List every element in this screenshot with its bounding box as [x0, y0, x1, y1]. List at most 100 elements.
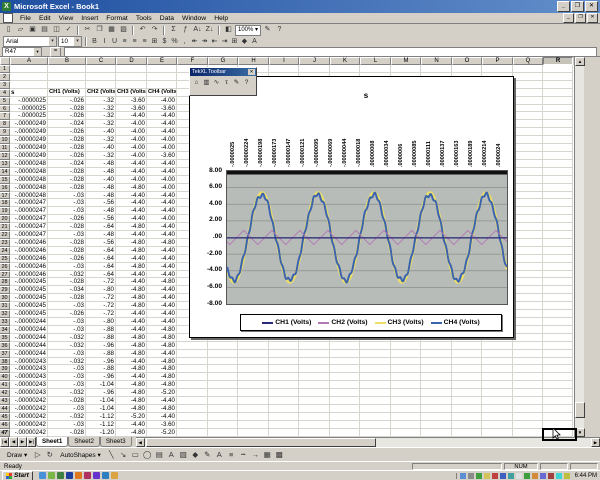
cell-H44[interactable] — [238, 405, 269, 413]
cell-C5[interactable]: -.32 — [86, 97, 116, 105]
column-header-d[interactable]: D — [116, 57, 147, 65]
cell-B32[interactable]: -.026 — [48, 310, 86, 318]
cell-B36[interactable]: -.032 — [48, 342, 86, 350]
cell-R13[interactable] — [543, 160, 573, 168]
cell-M37[interactable] — [391, 350, 421, 358]
cell-C8[interactable]: -.32 — [86, 120, 116, 128]
cell-D44[interactable]: -4.80 — [116, 405, 147, 413]
menu-item-data[interactable]: Data — [156, 15, 178, 22]
cell-E31[interactable]: -4.40 — [147, 302, 177, 310]
cell-A45[interactable]: -.00000242 — [10, 413, 48, 421]
cell-Q44[interactable] — [513, 405, 543, 413]
scroll-up-icon[interactable]: ▲ — [575, 57, 585, 66]
vertical-scrollbar[interactable]: ▲ ▼ — [574, 57, 584, 437]
cell-A47[interactable]: -.00000242 — [10, 429, 48, 437]
row-header-11[interactable]: 11 — [0, 144, 10, 152]
cell-K38[interactable] — [330, 358, 360, 366]
cell-Q35[interactable] — [513, 334, 543, 342]
font-name-combo[interactable]: Arial▾ — [3, 36, 57, 47]
cell-H46[interactable] — [238, 421, 269, 429]
cell-N45[interactable] — [421, 413, 452, 421]
cell-C11[interactable]: -.40 — [86, 144, 116, 152]
percent-icon[interactable]: % — [170, 37, 179, 47]
cell-I37[interactable] — [269, 350, 299, 358]
cell-G45[interactable] — [208, 413, 238, 421]
cell-D34[interactable]: -4.40 — [116, 326, 147, 334]
cell-B15[interactable]: -.028 — [48, 176, 86, 184]
active-cell-selection[interactable] — [542, 428, 577, 441]
cell-Q4[interactable] — [513, 89, 543, 97]
quick-launch-icon[interactable] — [57, 472, 64, 479]
cell-G36[interactable] — [208, 342, 238, 350]
cell-I36[interactable] — [269, 342, 299, 350]
cell-R7[interactable] — [543, 112, 573, 120]
cell-N41[interactable] — [421, 381, 452, 389]
free-rotate-icon[interactable]: ↻ — [44, 449, 55, 460]
column-header-m[interactable]: M — [391, 57, 421, 65]
name-box[interactable]: R47▾ — [2, 47, 42, 57]
increase-decimal-icon[interactable]: ↞ — [190, 37, 199, 47]
cell-P39[interactable] — [482, 365, 513, 373]
first-sheet-icon[interactable]: |◀ — [0, 437, 9, 447]
cell-R24[interactable] — [543, 247, 573, 255]
cell-B30[interactable]: -.028 — [48, 294, 86, 302]
cell-K46[interactable] — [330, 421, 360, 429]
quick-launch-icon[interactable] — [93, 472, 100, 479]
cell-R25[interactable] — [543, 255, 573, 263]
cell-Q31[interactable] — [513, 302, 543, 310]
cell-D2[interactable] — [116, 73, 147, 81]
menu-item-edit[interactable]: Edit — [35, 15, 55, 22]
scroll-left-icon[interactable]: ◀ — [136, 438, 145, 447]
cell-D25[interactable]: -4.40 — [116, 255, 147, 263]
cell-E46[interactable]: -3.60 — [147, 421, 177, 429]
cell-C32[interactable]: -.72 — [86, 310, 116, 318]
cell-B44[interactable]: -.03 — [48, 405, 86, 413]
cell-E17[interactable]: -4.40 — [147, 192, 177, 200]
cell-Q13[interactable] — [513, 160, 543, 168]
cell-D31[interactable]: -4.80 — [116, 302, 147, 310]
scroll-right-icon[interactable]: ▶ — [591, 438, 600, 447]
workbook-minimize-button[interactable]: _ — [563, 13, 574, 23]
cell-L46[interactable] — [360, 421, 391, 429]
cell-C2[interactable] — [86, 73, 116, 81]
help-icon[interactable]: ? — [274, 25, 285, 35]
cell-C18[interactable]: -.56 — [86, 199, 116, 207]
cell-J43[interactable] — [299, 397, 330, 405]
cell-D32[interactable]: -4.40 — [116, 310, 147, 318]
row-header-5[interactable]: 5 — [0, 97, 10, 105]
italic-icon[interactable]: I — [100, 37, 109, 47]
cell-R3[interactable] — [543, 81, 573, 89]
cell-Q38[interactable] — [513, 358, 543, 366]
cell-G41[interactable] — [208, 381, 238, 389]
cell-R15[interactable] — [543, 176, 573, 184]
cell-H41[interactable] — [238, 381, 269, 389]
menu-item-file[interactable]: File — [16, 15, 35, 22]
sheet-tab-sheet2[interactable]: Sheet2 — [68, 437, 100, 447]
tray-icon[interactable] — [532, 473, 538, 479]
cell-R16[interactable] — [543, 184, 573, 192]
autoshapes-menu-button[interactable]: AutoShapes ▾ — [57, 451, 104, 459]
tray-icon[interactable] — [484, 473, 490, 479]
cell-L43[interactable] — [360, 397, 391, 405]
cell-R2[interactable] — [543, 73, 573, 81]
quick-launch-icon[interactable] — [39, 472, 46, 479]
cell-C39[interactable]: -.88 — [86, 365, 116, 373]
cell-C7[interactable]: -.32 — [86, 112, 116, 120]
column-header-o[interactable]: O — [452, 57, 482, 65]
tek-open-icon[interactable]: ▥ — [202, 78, 211, 87]
cell-E36[interactable]: -4.80 — [147, 342, 177, 350]
cell-B2[interactable] — [48, 73, 86, 81]
cell-L39[interactable] — [360, 365, 391, 373]
row-header-30[interactable]: 30 — [0, 294, 10, 302]
cell-K43[interactable] — [330, 397, 360, 405]
cell-R32[interactable] — [543, 310, 573, 318]
tray-icon[interactable] — [516, 473, 522, 479]
cell-L37[interactable] — [360, 350, 391, 358]
cell-C4[interactable]: CH2 (Volts) — [86, 89, 116, 97]
row-header-35[interactable]: 35 — [0, 334, 10, 342]
row-header-12[interactable]: 12 — [0, 152, 10, 160]
row-header-45[interactable]: 45 — [0, 413, 10, 421]
row-header-41[interactable]: 41 — [0, 381, 10, 389]
cell-D33[interactable]: -4.40 — [116, 318, 147, 326]
cell-Q32[interactable] — [513, 310, 543, 318]
